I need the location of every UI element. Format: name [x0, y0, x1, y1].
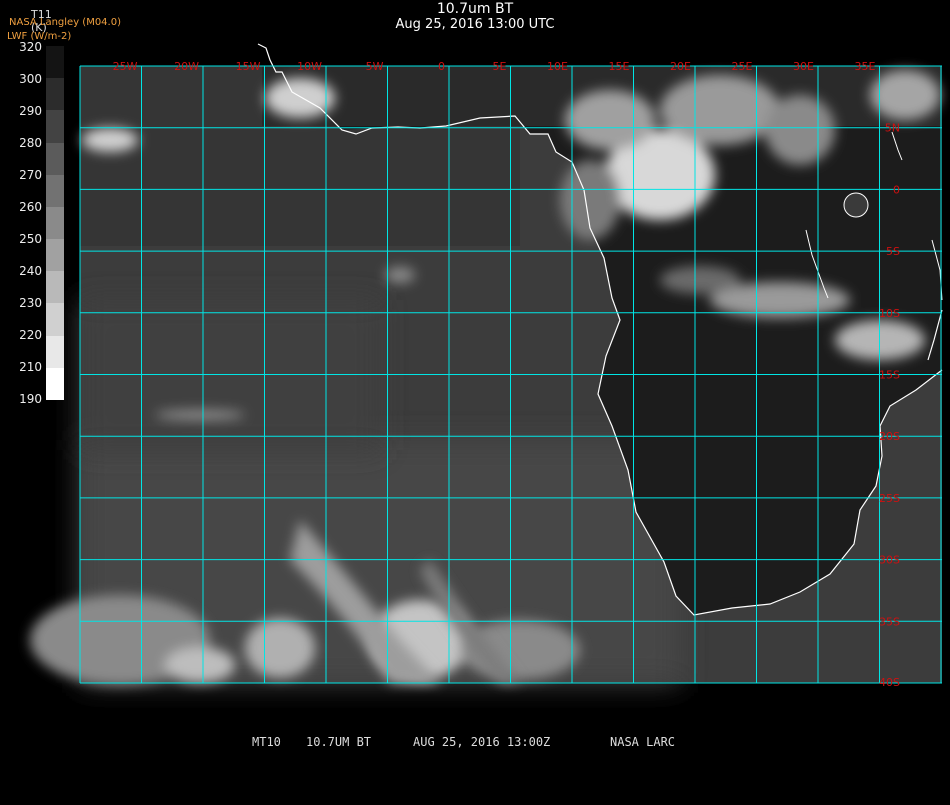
imagery-layer [30, 66, 942, 685]
color-scale-step [46, 206, 64, 240]
longitude-label: 10W [297, 60, 322, 73]
color-scale-step [46, 303, 64, 337]
color-scale-step [46, 110, 64, 144]
footer-bar: MT10 10.7UM BT AUG 25, 2016 13:00Z NASA … [0, 735, 950, 750]
latitude-label: 40S [879, 676, 900, 689]
color-scale-step [46, 78, 64, 111]
color-scale-label: 190 [19, 392, 42, 406]
latitude-label: 25S [879, 492, 900, 505]
color-scale-label: 250 [19, 232, 42, 246]
longitude-label: 5E [493, 60, 507, 73]
color-scale-step [46, 239, 64, 272]
latitude-label: 20S [879, 430, 900, 443]
latitude-label: 5S [886, 245, 900, 258]
latitude-label: 35S [879, 615, 900, 628]
longitude-label: 20W [174, 60, 199, 73]
footer-datetime: AUG 25, 2016 13:00Z [413, 735, 551, 749]
map-title: 10.7um BT [436, 1, 514, 17]
lake [843, 192, 869, 218]
color-scale-step [46, 174, 64, 208]
longitude-label: 15W [236, 60, 261, 73]
map-timestamp: Aug 25, 2016 13:00 UTC [395, 17, 555, 32]
color-scale-label: 280 [19, 136, 42, 150]
color-scale-label: 230 [19, 296, 42, 310]
longitude-label: 0 [438, 60, 445, 73]
color-scale-step [46, 367, 64, 401]
longitude-label: 25W [113, 60, 138, 73]
longitude-label: 20E [670, 60, 691, 73]
footer-satellite: MT10 [252, 735, 281, 749]
color-scale-label: 210 [19, 360, 42, 374]
color-scale-label: 220 [19, 328, 42, 342]
color-scale-bar [46, 46, 64, 401]
longitude-label: 10E [547, 60, 568, 73]
latitude-label: 0 [893, 183, 900, 196]
latitude-label: 10S [879, 307, 900, 320]
color-scale-step [46, 46, 64, 79]
color-scale-label: 240 [19, 264, 42, 278]
satellite-map: 25W 20W 15W 10W 5W 0 5E 10E 15E 20E 25E 30E 35E 5N 0 5… [30, 43, 943, 689]
longitude-label: 5W [366, 60, 384, 73]
longitude-label: 15E [609, 60, 630, 73]
latitude-label: 30S [879, 554, 900, 567]
footer-org: NASA LARC [610, 735, 676, 749]
color-scale-step [46, 271, 64, 304]
longitude-label: 30E [793, 60, 814, 73]
color-scale-label: 260 [19, 200, 42, 214]
color-scale-step [46, 335, 64, 369]
color-scale-label: 290 [19, 104, 42, 118]
color-scale-label: 320 [19, 40, 42, 54]
color-scale-step [46, 142, 64, 176]
longitude-label: 35E [855, 60, 876, 73]
latitude-label: 15S [879, 369, 900, 382]
latitude-label: 5N [885, 122, 900, 135]
credit-label: NASA Langley (M04.0) [9, 17, 121, 28]
longitude-label: 25E [732, 60, 753, 73]
color-scale-label: 300 [19, 72, 42, 86]
footer-channel: 10.7UM BT [306, 735, 372, 749]
color-scale-label: 270 [19, 168, 42, 182]
